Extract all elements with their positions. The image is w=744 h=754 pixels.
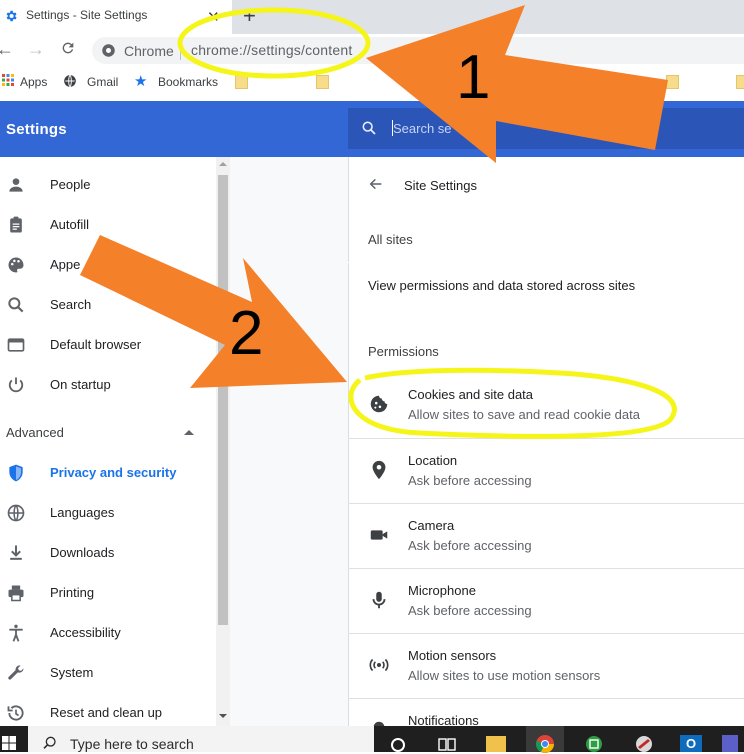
highlight-circle-cookies	[348, 367, 677, 439]
annotation-overlay	[80, 5, 677, 439]
annotation-arrow-2	[80, 235, 347, 388]
annotation-number-1: 1	[456, 43, 491, 112]
annotation-arrow-1	[366, 5, 668, 163]
highlight-circle-url	[177, 7, 371, 79]
annotation-number-2: 2	[229, 299, 264, 368]
